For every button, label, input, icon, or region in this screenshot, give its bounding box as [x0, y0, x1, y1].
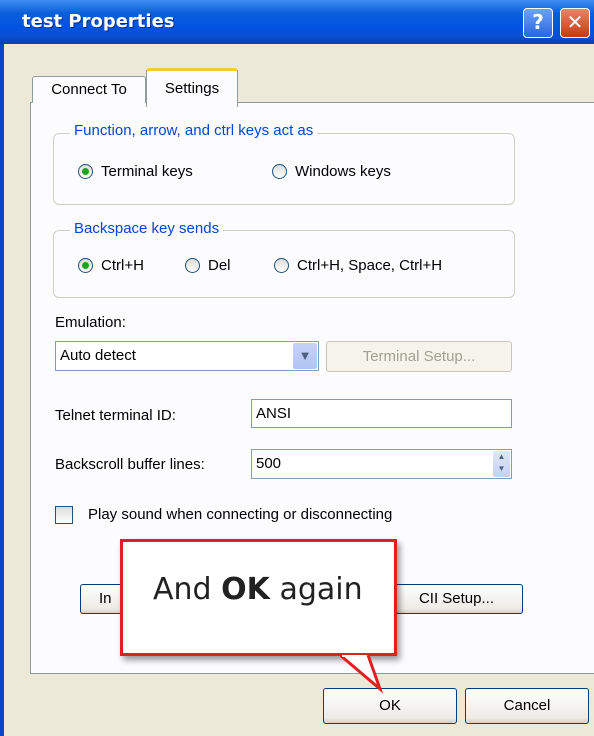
callout-text-prefix: And [153, 572, 212, 607]
play-sound-checkbox[interactable] [55, 506, 73, 524]
ascii-setup-button[interactable]: CII Setup... [380, 584, 523, 614]
properties-dialog: test Properties ? ✕ Connect To Settings … [0, 0, 594, 736]
callout-text-suffix: again [279, 572, 363, 607]
radio-ctrl-h[interactable]: Ctrl+H [78, 257, 144, 274]
radio-del[interactable]: Del [185, 257, 231, 274]
chevron-down-icon[interactable]: ▼ [293, 343, 317, 369]
close-button[interactable]: ✕ [560, 8, 590, 38]
window-border [0, 44, 4, 736]
callout-tooltip: And OK again [120, 539, 397, 656]
keys-group-legend: Function, arrow, and ctrl keys act as [70, 122, 318, 139]
terminal-setup-button[interactable]: Terminal Setup... [326, 341, 512, 372]
radio-ctrl-h-space-label: Ctrl+H, Space, Ctrl+H [297, 257, 443, 274]
telnet-id-label: Telnet terminal ID: [55, 407, 176, 424]
cancel-button[interactable]: Cancel [465, 688, 589, 724]
radio-del-label: Del [208, 257, 231, 274]
radio-terminal-keys-label: Terminal keys [101, 163, 193, 180]
emulation-select[interactable]: Auto detect ▼ [55, 341, 319, 371]
callout-text-bold: OK [221, 572, 270, 607]
backspace-group-legend: Backspace key sends [70, 220, 224, 237]
radio-unselected-icon [272, 164, 287, 179]
play-sound-label: Play sound when connecting or disconnect… [88, 506, 393, 523]
radio-ctrl-h-space[interactable]: Ctrl+H, Space, Ctrl+H [274, 257, 442, 274]
radio-unselected-icon [274, 258, 289, 273]
radio-selected-icon [78, 164, 93, 179]
emulation-label: Emulation: [55, 314, 126, 331]
callout-pointer-icon [340, 655, 384, 694]
tab-connect-to[interactable]: Connect To [32, 76, 146, 103]
spinner-arrows-icon[interactable]: ▲ ▼ [493, 451, 510, 477]
title-bar[interactable]: test Properties ? ✕ [0, 0, 594, 44]
tab-settings[interactable]: Settings [146, 68, 238, 107]
radio-unselected-icon [185, 258, 200, 273]
window-title: test Properties [22, 11, 175, 32]
radio-terminal-keys[interactable]: Terminal keys [78, 163, 193, 180]
emulation-value: Auto detect [60, 347, 136, 364]
backscroll-input[interactable]: 500 ▲ ▼ [251, 449, 512, 479]
backscroll-value: 500 [256, 455, 282, 472]
backscroll-label: Backscroll buffer lines: [55, 456, 205, 473]
radio-ctrl-h-label: Ctrl+H [101, 257, 144, 274]
radio-windows-keys[interactable]: Windows keys [272, 163, 391, 180]
radio-selected-icon [78, 258, 93, 273]
help-button[interactable]: ? [523, 8, 553, 38]
telnet-id-input[interactable]: ANSI [251, 399, 512, 428]
radio-windows-keys-label: Windows keys [295, 163, 391, 180]
